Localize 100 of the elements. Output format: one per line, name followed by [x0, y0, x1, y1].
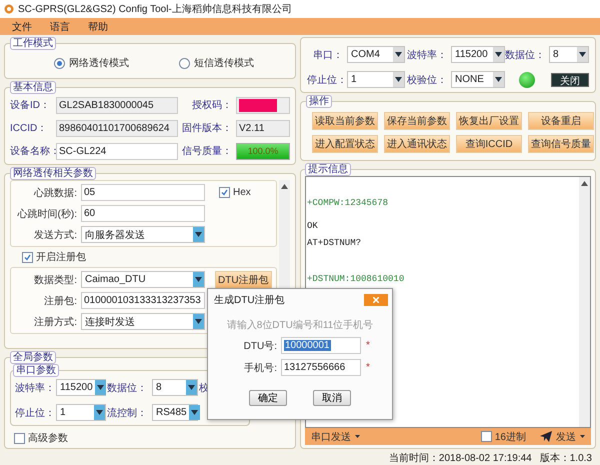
group-title: 基本信息 — [10, 82, 56, 94]
scrollbar[interactable] — [579, 177, 590, 427]
dialog-button[interactable]: 确定 — [249, 390, 287, 406]
version-label: 版本：1.0.3 — [540, 452, 592, 464]
caret-icon — [580, 435, 585, 438]
dialog-hint: 请输入8位DTU编号和11位手机号 — [226, 318, 374, 332]
dropdown[interactable]: 1 — [347, 71, 405, 88]
close-button[interactable] — [364, 294, 388, 306]
caret-icon — [355, 435, 360, 438]
field-label: 串口： — [312, 48, 344, 62]
dropdown[interactable]: COM4 — [347, 46, 405, 63]
field-label: 信号质量： — [181, 144, 233, 158]
dropdown[interactable]: Caimao_DTU — [81, 271, 205, 288]
required-mark: * — [365, 362, 371, 373]
field-label: 注册包: — [43, 294, 78, 308]
close-port-button[interactable]: 关闭 — [551, 72, 589, 86]
dialog-title: 生成DTU注册包 — [214, 294, 285, 307]
field-label: 手机号: — [243, 362, 278, 374]
dropdown[interactable]: 115200 — [56, 379, 106, 396]
send-button[interactable]: 发送 — [556, 430, 576, 444]
dropdown[interactable]: RS485 — [152, 404, 198, 421]
dialog-button[interactable]: 取消 — [313, 390, 351, 406]
action-button[interactable]: 设备重启 — [528, 112, 594, 130]
action-button[interactable]: 进入配置状态 — [312, 135, 378, 153]
field-label: 心跳时间(秒): — [16, 208, 78, 220]
field-label: DTU号: — [242, 340, 278, 352]
field-label: 数据类型: — [33, 274, 78, 286]
menu-item[interactable]: 帮助 — [88, 20, 108, 34]
current-time: 当前时间：2018-08-02 17:19:44 — [388, 452, 532, 464]
group-title: 提示信息 — [305, 164, 351, 176]
radio-label: 网络透传模式 — [69, 56, 129, 70]
input-field[interactable]: 60 — [81, 205, 205, 222]
log-line: +DSTNUM:1008610010 — [307, 273, 404, 285]
dropdown[interactable]: 1 — [56, 404, 106, 421]
field-label: 固件版本： — [181, 122, 233, 135]
checkbox-label: 高级参数 — [28, 432, 68, 445]
field-label: 流控制： — [107, 406, 148, 420]
group-title: 全局参数 — [10, 352, 56, 364]
scroll-up-arrow-icon[interactable] — [581, 181, 588, 186]
checkbox[interactable] — [480, 431, 492, 442]
radio-button[interactable] — [179, 58, 190, 68]
dropdown[interactable]: 8 — [549, 46, 589, 63]
group-title: 串口参数 — [13, 365, 59, 377]
checkbox[interactable] — [22, 252, 33, 262]
action-button[interactable]: 保存当前参数 — [384, 112, 450, 130]
redaction-mark — [239, 98, 277, 112]
log-line: OK — [307, 220, 318, 232]
field-label: 注册方式: — [33, 316, 78, 328]
input-field[interactable]: 13127556666 — [281, 359, 361, 376]
close-icon — [373, 297, 379, 303]
radio-label: 短信透传模式 — [194, 56, 254, 70]
input-field[interactable]: 010000103133313237353 — [81, 292, 205, 309]
send-mode-menu[interactable]: 串口发送 — [311, 430, 351, 444]
dtu-register-button[interactable]: DTU注册包 — [215, 270, 272, 288]
field-label: 波特率： — [15, 382, 55, 394]
checkbox[interactable] — [219, 187, 230, 198]
menu-item[interactable]: 文件 — [12, 20, 32, 34]
field-label: 授权码： — [191, 98, 233, 112]
field-label: 数据位： — [107, 382, 148, 394]
dropdown[interactable]: 8 — [152, 379, 198, 396]
input-field[interactable]: SC-GL224 — [56, 142, 178, 160]
action-button[interactable]: 读取当前参数 — [312, 112, 378, 130]
input-field[interactable]: 05 — [81, 184, 205, 201]
field-label: 校验位： — [406, 74, 448, 86]
field-label: 设备名称： — [10, 145, 56, 158]
field-label: 发送方式: — [33, 228, 78, 242]
readonly-field: GL2SAB1830000045 — [56, 96, 178, 114]
readonly-field: V2.11 — [236, 120, 290, 136]
field-label: ICCID： — [10, 122, 48, 135]
window-title: SC-GPRS(GL2&GS2) Config Tool-上海稻帅信息科技有限公司 — [18, 2, 292, 16]
field-label: 心跳数据: — [32, 186, 78, 200]
radio-button[interactable] — [54, 58, 65, 68]
log-line: +COMPW:12345678 — [307, 197, 388, 209]
field-label: 数据位： — [505, 48, 546, 62]
action-button[interactable]: 查询ICCID — [456, 135, 522, 153]
action-button[interactable]: 查询信号质量 — [528, 135, 594, 153]
checkbox-label: Hex — [233, 187, 251, 198]
checkbox[interactable] — [14, 432, 25, 444]
field-label: 停止位： — [15, 406, 55, 420]
checkbox-label: 开启注册包 — [36, 250, 86, 264]
dropdown[interactable]: 115200 — [451, 46, 505, 63]
dropdown[interactable]: NONE — [451, 71, 505, 88]
scroll-up-arrow-icon[interactable] — [281, 184, 288, 189]
dropdown[interactable]: 向服务器发送 — [81, 226, 205, 243]
action-button[interactable]: 恢复出厂设置 — [456, 112, 522, 130]
field-label: 停止位： — [307, 74, 347, 86]
group-title: 工作模式 — [10, 38, 56, 50]
menu-item[interactable]: 语言 — [50, 20, 70, 34]
required-mark: * — [365, 340, 371, 351]
input-field[interactable]: 10000001 — [281, 337, 361, 354]
field-label: 设备ID： — [10, 99, 51, 112]
log-line: AT+DSTNUM? — [307, 237, 362, 249]
readonly-field: 89860401101700689624 — [56, 120, 178, 136]
action-button[interactable]: 进入通讯状态 — [384, 135, 450, 153]
field-label: 波特率： — [406, 48, 448, 62]
dropdown[interactable]: 连接时发送 — [81, 313, 205, 330]
checkbox-label: 16进制 — [494, 430, 526, 444]
app-icon — [4, 4, 14, 14]
group-title: 操作 — [306, 96, 332, 108]
paper-plane-icon — [540, 431, 552, 442]
